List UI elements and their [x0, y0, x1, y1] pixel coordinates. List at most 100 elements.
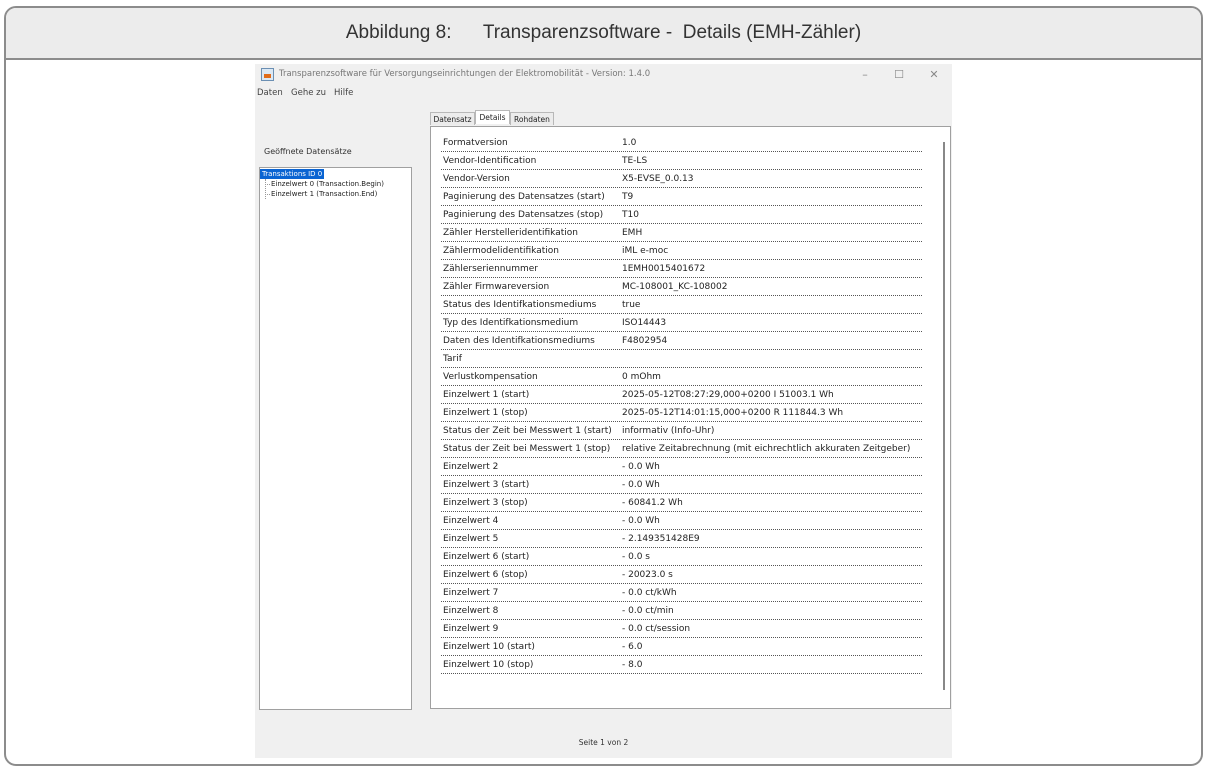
close-icon[interactable]: ✕	[922, 68, 946, 82]
detail-row: Einzelwert 10 (stop) - 8.0	[441, 657, 922, 674]
detail-row: Vendor-Version X5-EVSE_0.0.13	[441, 171, 922, 188]
detail-row: Status des Identifkationsmediums true	[441, 297, 922, 314]
detail-value: - 8.0	[622, 660, 643, 670]
detail-value: 1.0	[622, 138, 637, 148]
detail-row: Paginierung des Datensatzes (start) T9	[441, 189, 922, 206]
detail-value: TE-LS	[622, 156, 648, 166]
detail-row: Einzelwert 10 (start) - 6.0	[441, 639, 922, 656]
detail-value: 2025-05-12T08:27:29,000+0200 I 51003.1 W…	[622, 390, 834, 400]
detail-key: Zählerseriennummer	[443, 264, 538, 274]
window-title: Transparenzsoftware für Versorgungseinri…	[279, 69, 651, 79]
detail-row: Formatversion 1.0	[441, 135, 922, 152]
detail-row: Einzelwert 2 - 0.0 Wh	[441, 459, 922, 476]
detail-value: - 0.0 Wh	[622, 462, 660, 472]
tab-datensatz[interactable]: Datensatz	[430, 112, 475, 125]
detail-key: Einzelwert 6 (stop)	[443, 570, 528, 580]
detail-key: Einzelwert 9	[443, 624, 499, 634]
details-panel: Formatversion 1.0 Vendor-Identification TE-…	[430, 126, 951, 709]
detail-row: Einzelwert 5 - 2.149351428E9	[441, 531, 922, 548]
menu-bar: Daten Gehe zu Hilfe	[255, 87, 952, 101]
detail-key: Einzelwert 1 (stop)	[443, 408, 528, 418]
caption-band: Abbildung 8: Transparenzsoftware - Detai…	[6, 8, 1201, 60]
detail-key: Vendor-Identification	[443, 156, 537, 166]
detail-key: Zähler Firmwareversion	[443, 282, 550, 292]
detail-row: Zähler Herstelleridentifikation EMH	[441, 225, 922, 242]
detail-key: Paginierung des Datensatzes (stop)	[443, 210, 604, 220]
detail-key: Paginierung des Datensatzes (start)	[443, 192, 605, 202]
detail-key: Einzelwert 7	[443, 588, 499, 598]
detail-row: Einzelwert 7 - 0.0 ct/kWh	[441, 585, 922, 602]
detail-row: Einzelwert 4 - 0.0 Wh	[441, 513, 922, 530]
detail-key: Einzelwert 5	[443, 534, 499, 544]
detail-value: - 0.0 Wh	[622, 480, 660, 490]
detail-value: ISO14443	[622, 318, 667, 328]
detail-value: - 20023.0 s	[622, 570, 673, 580]
detail-value: 0 mOhm	[622, 372, 661, 382]
tree-item-einzelwert-1[interactable]: Einzelwert 1 (Transaction.End)	[271, 189, 377, 199]
page-indicator: Seite 1 von 2	[578, 738, 629, 747]
detail-value: - 0.0 ct/kWh	[622, 588, 677, 598]
detail-value: - 0.0 ct/session	[622, 624, 691, 634]
detail-key: Zählermodelidentifikation	[443, 246, 559, 256]
detail-key: Einzelwert 2	[443, 462, 499, 472]
detail-row: Einzelwert 9 - 0.0 ct/session	[441, 621, 922, 638]
detail-key: Einzelwert 6 (start)	[443, 552, 530, 562]
menu-gehe-zu[interactable]: Gehe zu	[291, 88, 326, 98]
detail-row: Status der Zeit bei Messwert 1 (start) in…	[441, 423, 922, 440]
detail-key: Zähler Herstelleridentifikation	[443, 228, 578, 238]
detail-value: - 60841.2 Wh	[622, 498, 683, 508]
detail-value: relative Zeitabrechnung (mit eichrechtli…	[622, 444, 911, 454]
detail-value: iML e-moc	[622, 246, 669, 256]
detail-key: Verlustkompensation	[443, 372, 538, 382]
maximize-icon[interactable]: ☐	[887, 68, 911, 82]
detail-row: Daten des Identifkationsmediums F4802954	[441, 333, 922, 350]
dataset-tree: Transaktions ID 0 Einzelwert 0 (Transact…	[259, 167, 412, 710]
tree-connector	[265, 179, 266, 199]
detail-row: Tarif	[441, 351, 922, 368]
scrollbar[interactable]	[943, 142, 945, 690]
detail-row: Einzelwert 8 - 0.0 ct/min	[441, 603, 922, 620]
detail-key: Tarif	[443, 354, 462, 364]
detail-row: Einzelwert 3 (stop) - 60841.2 Wh	[441, 495, 922, 512]
detail-key: Status der Zeit bei Messwert 1 (start)	[443, 426, 612, 436]
detail-value: T9	[622, 192, 634, 202]
detail-value: - 6.0	[622, 642, 643, 652]
menu-daten[interactable]: Daten	[257, 88, 283, 98]
detail-value: - 0.0 ct/min	[622, 606, 674, 616]
detail-key: Einzelwert 10 (stop)	[443, 660, 534, 670]
detail-row: Zählerseriennummer 1EMH0015401672	[441, 261, 922, 278]
detail-value: X5-EVSE_0.0.13	[622, 174, 694, 184]
detail-key: Einzelwert 10 (start)	[443, 642, 535, 652]
minimize-icon[interactable]: –	[853, 68, 877, 82]
detail-key: Daten des Identifkationsmediums	[443, 336, 595, 346]
figure-caption: Abbildung 8: Transparenzsoftware - Detai…	[345, 22, 862, 43]
detail-key: Vendor-Version	[443, 174, 510, 184]
detail-key: Typ des Identifkationsmedium	[443, 318, 579, 328]
detail-row: Einzelwert 3 (start) - 0.0 Wh	[441, 477, 922, 494]
detail-value: - 2.149351428E9	[622, 534, 700, 544]
detail-value: true	[622, 300, 641, 310]
detail-key: Formatversion	[443, 138, 508, 148]
detail-value: informativ (Info-Uhr)	[622, 426, 715, 436]
tree-item-einzelwert-0[interactable]: Einzelwert 0 (Transaction.Begin)	[271, 179, 384, 189]
detail-row: Zählermodelidentifikation iML e-moc	[441, 243, 922, 260]
tab-rohdaten[interactable]: Rohdaten	[510, 112, 554, 125]
detail-value: T10	[622, 210, 639, 220]
detail-key: Einzelwert 3 (start)	[443, 480, 530, 490]
detail-row: Zähler Firmwareversion MC-108001_KC-10800…	[441, 279, 922, 296]
java-app-icon	[261, 68, 274, 81]
detail-row: Einzelwert 6 (stop) - 20023.0 s	[441, 567, 922, 584]
title-bar: Transparenzsoftware für Versorgungseinri…	[255, 64, 952, 87]
detail-key: Status der Zeit bei Messwert 1 (stop)	[443, 444, 611, 454]
app-window: Transparenzsoftware für Versorgungseinri…	[255, 64, 952, 758]
detail-row: Status der Zeit bei Messwert 1 (stop) rel…	[441, 441, 922, 458]
menu-hilfe[interactable]: Hilfe	[334, 88, 353, 98]
tree-root-transaction[interactable]: Transaktions ID 0	[260, 169, 325, 179]
detail-value: MC-108001_KC-108002	[622, 282, 728, 292]
detail-row: Paginierung des Datensatzes (stop) T10	[441, 207, 922, 224]
detail-value: 1EMH0015401672	[622, 264, 706, 274]
detail-value: EMH	[622, 228, 643, 238]
detail-value: - 0.0 Wh	[622, 516, 660, 526]
detail-row: Verlustkompensation 0 mOhm	[441, 369, 922, 386]
tab-details[interactable]: Details	[475, 110, 510, 124]
